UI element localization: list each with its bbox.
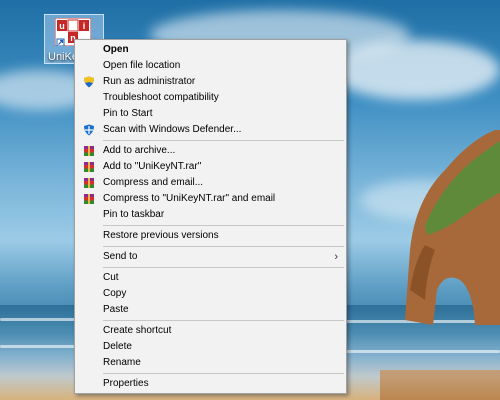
menu-item-create-shortcut[interactable]: Create shortcut [75, 323, 346, 339]
context-menu: Open Open file location Run as administrat… [74, 39, 347, 394]
menu-item-label: Paste [103, 304, 129, 315]
winrar-icon [83, 145, 95, 157]
menu-item-label: Compress and email... [103, 177, 204, 188]
menu-item-add-to-unikeynt-rar[interactable]: Add to "UniKeyNT.rar" [75, 159, 346, 175]
menu-item-label: Pin to Start [103, 108, 153, 119]
menu-item-send-to[interactable]: Send to › [75, 249, 346, 265]
menu-item-label: Scan with Windows Defender... [103, 124, 242, 135]
menu-item-label: Create shortcut [103, 325, 172, 336]
menu-item-restore-previous-versions[interactable]: Restore previous versions [75, 228, 346, 244]
wave-foam [0, 318, 80, 321]
menu-item-label: Rename [103, 357, 141, 368]
beach-sand [380, 370, 500, 400]
menu-item-pin-to-taskbar[interactable]: Pin to taskbar [75, 207, 346, 223]
menu-item-label: Restore previous versions [103, 230, 219, 241]
menu-item-compress-and-email[interactable]: Compress and email... [75, 175, 346, 191]
svg-text:u: u [59, 21, 65, 31]
menu-separator [103, 267, 344, 268]
menu-item-scan-with-windows-defender[interactable]: Scan with Windows Defender... [75, 122, 346, 138]
svg-text:i: i [83, 21, 86, 31]
menu-item-compress-to-unikeynt-rar-and-email[interactable]: Compress to "UniKeyNT.rar" and email [75, 191, 346, 207]
winrar-icon [83, 193, 95, 205]
menu-item-label: Add to archive... [103, 145, 176, 156]
menu-item-label: Compress to "UniKeyNT.rar" and email [103, 193, 276, 204]
menu-item-open[interactable]: Open [75, 42, 346, 58]
menu-item-label: Add to "UniKeyNT.rar" [103, 161, 202, 172]
menu-item-add-to-archive[interactable]: Add to archive... [75, 143, 346, 159]
uac-shield-icon [83, 76, 95, 88]
sea-arch-rock [405, 130, 500, 325]
cloud [330, 40, 500, 100]
menu-item-delete[interactable]: Delete [75, 339, 346, 355]
menu-separator [103, 320, 344, 321]
menu-item-label: Run as administrator [103, 76, 196, 87]
menu-item-rename[interactable]: Rename [75, 355, 346, 371]
windows-defender-icon [83, 124, 95, 136]
menu-separator [103, 140, 344, 141]
menu-item-label: Open file location [103, 60, 181, 71]
menu-separator [103, 373, 344, 374]
menu-separator [103, 246, 344, 247]
menu-item-label: Delete [103, 341, 132, 352]
menu-item-troubleshoot-compatibility[interactable]: Troubleshoot compatibility [75, 90, 346, 106]
menu-item-label: Copy [103, 288, 127, 299]
menu-separator [103, 225, 344, 226]
menu-item-run-as-administrator[interactable]: Run as administrator [75, 74, 346, 90]
wave-foam [0, 345, 75, 348]
menu-item-copy[interactable]: Copy [75, 286, 346, 302]
winrar-icon [83, 177, 95, 189]
menu-item-label: Properties [103, 378, 149, 389]
winrar-icon [83, 161, 95, 173]
menu-item-label: Troubleshoot compatibility [103, 92, 219, 103]
chevron-right-icon: › [334, 251, 338, 263]
wave-foam [345, 350, 500, 353]
menu-item-pin-to-start[interactable]: Pin to Start [75, 106, 346, 122]
menu-item-label: Open [103, 44, 129, 55]
menu-item-label: Send to [103, 251, 138, 262]
menu-item-cut[interactable]: Cut [75, 270, 346, 286]
menu-item-open-file-location[interactable]: Open file location [75, 58, 346, 74]
menu-item-properties[interactable]: Properties [75, 376, 346, 392]
menu-item-paste[interactable]: Paste [75, 302, 346, 318]
menu-item-label: Cut [103, 272, 119, 283]
menu-item-label: Pin to taskbar [103, 209, 165, 220]
